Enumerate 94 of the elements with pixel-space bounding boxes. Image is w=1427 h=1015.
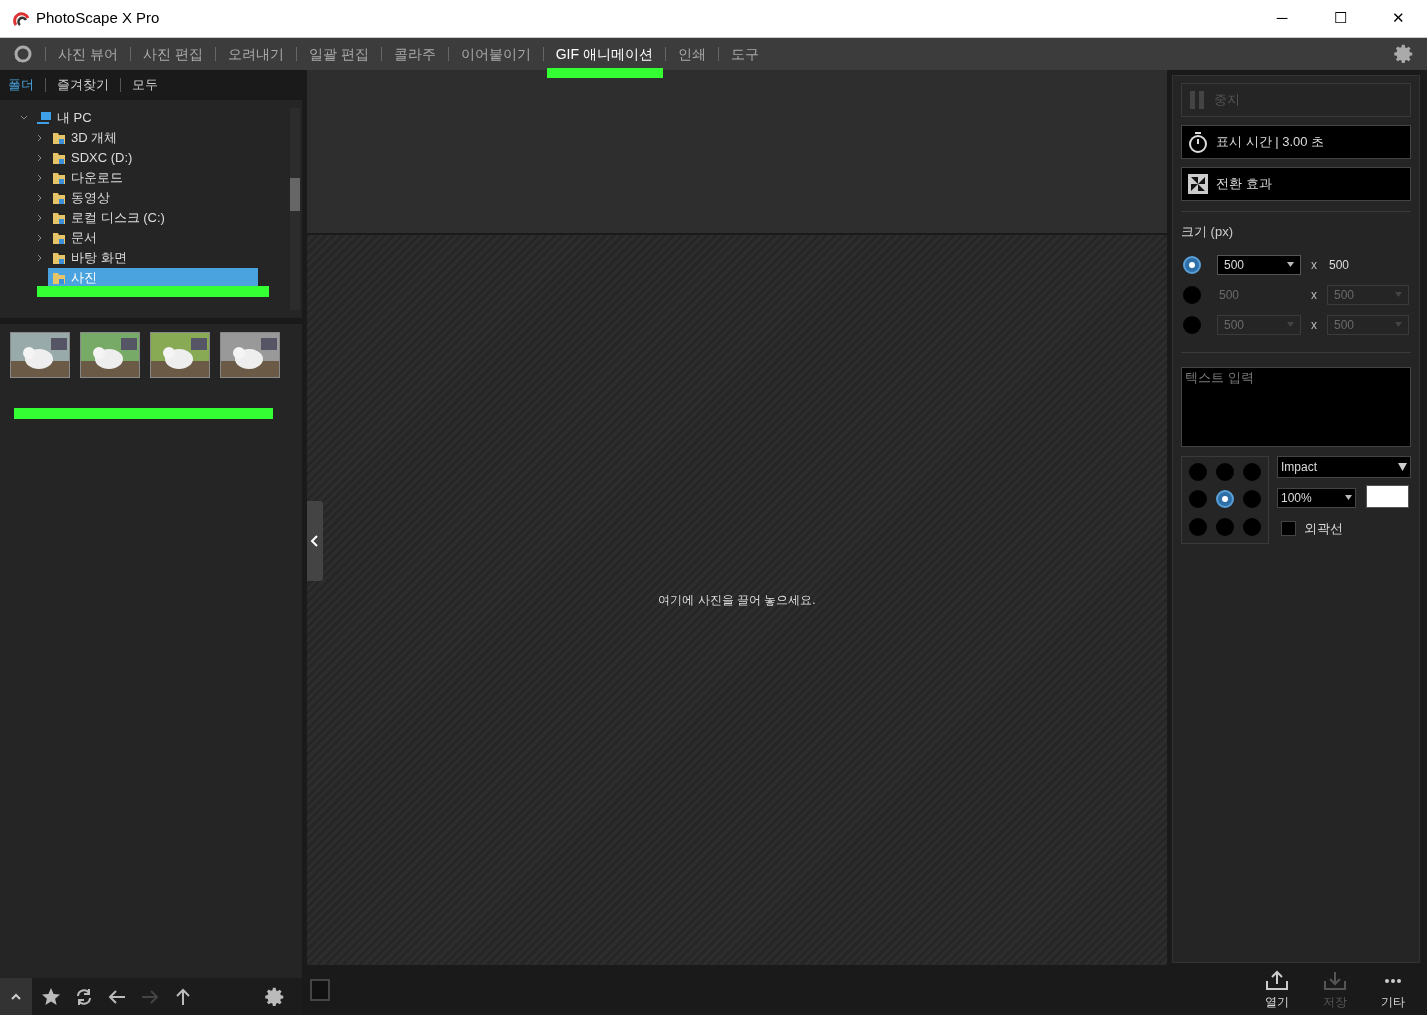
dropdown-arrow-icon (1287, 262, 1294, 267)
drop-hint: 여기에 사진을 끌어 놓으세요. (658, 592, 816, 609)
compare-toggle-icon[interactable] (310, 979, 330, 1001)
folder-icon (52, 231, 66, 245)
radio-button[interactable] (1183, 255, 1201, 274)
panel-toggle-button[interactable] (307, 501, 323, 581)
radio-button[interactable] (1188, 463, 1207, 482)
folder-icon (52, 211, 66, 225)
minimize-button[interactable]: ─ (1253, 0, 1311, 38)
thumbnail[interactable] (150, 332, 210, 378)
tree-item[interactable]: 바탕 화면 (48, 248, 131, 268)
radio-button[interactable] (1216, 517, 1234, 536)
scale-dropdown[interactable]: 100% (1277, 487, 1356, 508)
maximize-button[interactable]: ☐ (1311, 0, 1369, 38)
size-value: 500 (1328, 256, 1351, 274)
times-sign: x (1311, 316, 1317, 334)
pinwheel-icon (1188, 174, 1208, 194)
upload-icon (1265, 969, 1289, 993)
menu-tab[interactable]: 도구 (730, 38, 759, 70)
chevron-right-icon[interactable] (36, 254, 44, 262)
tree-item[interactable]: 3D 개체 (48, 128, 122, 148)
refresh-icon[interactable] (74, 986, 94, 1007)
thumbnail[interactable] (220, 332, 280, 378)
menu-tab[interactable]: GIF 애니메이션 (555, 38, 653, 70)
radio-button[interactable] (1188, 517, 1207, 536)
folder-icon (52, 151, 66, 165)
menu-tab[interactable]: 일괄 편집 (308, 38, 369, 70)
action-button[interactable]: 열기 (1257, 969, 1297, 1011)
radio-button[interactable] (1243, 490, 1262, 509)
radio-button[interactable] (1243, 463, 1262, 482)
computer-icon (36, 111, 52, 125)
sidebar-tab[interactable]: 모두 (128, 75, 162, 95)
chevron-right-icon[interactable] (36, 174, 44, 182)
sidebar-tab[interactable]: 폴더 (4, 75, 38, 95)
outline-checkbox[interactable]: 외곽선 (1281, 518, 1411, 538)
size-value: 500 (1218, 286, 1241, 304)
transition-button[interactable]: 전환 효과 (1181, 167, 1411, 201)
star-icon[interactable] (41, 986, 61, 1007)
dropdown-arrow-icon (1395, 322, 1402, 327)
folder-icon (52, 191, 66, 205)
radio-button[interactable] (1243, 517, 1262, 536)
tree-item[interactable]: 로컬 디스크 (C:) (48, 208, 169, 228)
sidebar-tab[interactable]: 즐겨찾기 (53, 75, 113, 95)
menu-tab[interactable]: 사진 뷰어 (58, 38, 118, 70)
chevron-right-icon[interactable] (36, 234, 44, 242)
thumbnail[interactable] (80, 332, 140, 378)
chevron-left-icon (310, 535, 320, 547)
collapse-button[interactable] (0, 978, 32, 1015)
chevron-right-icon[interactable] (36, 194, 44, 202)
pause-icon (1190, 91, 1204, 109)
folder-icon (52, 251, 66, 265)
lens-icon[interactable] (13, 44, 33, 64)
close-button[interactable]: ✕ (1369, 0, 1427, 38)
settings-icon[interactable] (264, 985, 286, 1008)
more-icon (1384, 978, 1402, 984)
tree-item[interactable]: 동영상 (48, 188, 114, 208)
action-button[interactable]: 기타 (1373, 969, 1413, 1011)
radio-button[interactable] (1188, 490, 1207, 509)
scrollbar-thumb[interactable] (290, 178, 300, 211)
times-sign: x (1311, 256, 1317, 274)
font-dropdown[interactable]: Impact (1277, 455, 1411, 478)
thumbnail[interactable] (10, 332, 70, 378)
times-sign: x (1311, 286, 1317, 304)
menu-tab[interactable]: 콜라주 (393, 38, 436, 70)
dropdown-arrow-icon (1287, 322, 1294, 327)
settings-icon[interactable] (1393, 43, 1415, 65)
dropdown-arrow-icon (1345, 495, 1352, 500)
folder-icon (52, 171, 66, 185)
tree-item[interactable]: 문서 (48, 228, 101, 248)
chevron-right-icon[interactable] (36, 134, 44, 142)
tree-item[interactable]: SDXC (D:) (48, 148, 137, 168)
chevron-right-icon[interactable] (36, 214, 44, 222)
radio-button[interactable] (1216, 490, 1234, 509)
size-dropdown[interactable]: 500 (1217, 254, 1301, 275)
menu-tab[interactable]: 사진 편집 (142, 38, 203, 70)
display-time-button[interactable]: 표시 시간 | 3.00 초 (1181, 125, 1411, 159)
window-title: PhotoScape X Pro (36, 8, 160, 29)
text-input-field[interactable]: 텍스트 입력 (1181, 366, 1411, 447)
menu-tab[interactable]: 이어붙이기 (460, 38, 531, 70)
folder-icon (52, 271, 66, 285)
radio-button[interactable] (1216, 463, 1234, 482)
chevron-right-icon[interactable] (36, 154, 44, 162)
tree-item[interactable]: 다운로드 (48, 168, 127, 188)
size-label: 크기 (px) (1181, 223, 1234, 241)
folder-icon (52, 131, 66, 145)
menu-tab[interactable]: 인쇄 (677, 38, 706, 70)
color-swatch[interactable] (1366, 484, 1409, 508)
menu-tab[interactable]: 오려내기 (227, 38, 284, 70)
tree-item[interactable]: 내 PC (32, 108, 96, 128)
download-icon (1323, 969, 1347, 993)
stopwatch-icon (1188, 131, 1208, 153)
dropdown-arrow-icon (1398, 462, 1407, 471)
dropdown-arrow-icon (1395, 292, 1402, 297)
chevron-down-icon[interactable] (20, 114, 28, 122)
